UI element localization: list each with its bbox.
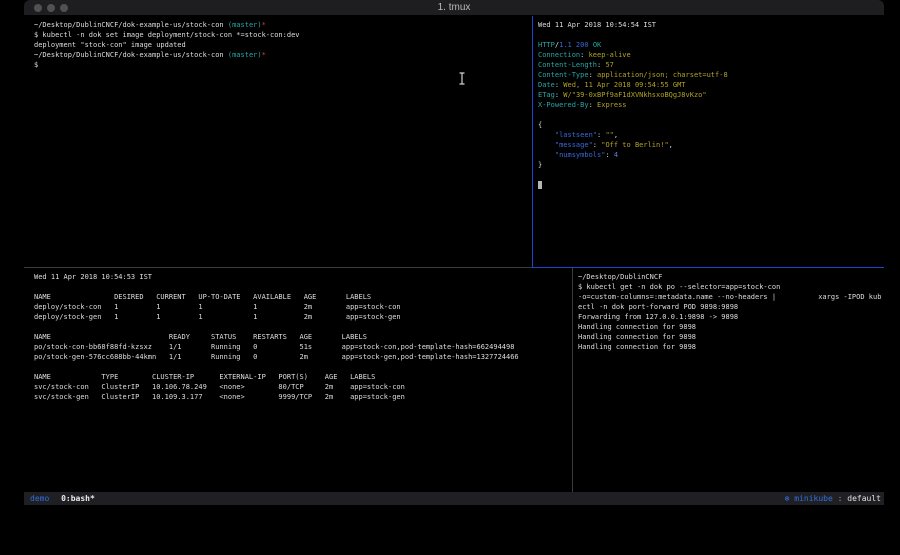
- terminal-line: deploy/stock-con 1 1 1 1 2m app=stock-co…: [34, 302, 572, 312]
- pane-divider-vertical-bottom[interactable]: [572, 268, 573, 492]
- pane-bottom-right-port-forward[interactable]: ~/Desktop/DublinCNCF$ kubectl get -n dok…: [573, 268, 884, 492]
- session-name: demo: [30, 494, 49, 503]
- terminal-line: {: [538, 120, 884, 130]
- window-title: 1. tmux: [24, 0, 884, 16]
- terminal-line: ectl -n dok port-forward POD 9898:9898: [578, 302, 884, 312]
- terminal-line: -o=custom-columns=:metadata.name --no-he…: [578, 292, 884, 302]
- desktop-background: 1. tmux ~/Desktop/DublinCNCF/dok-example…: [0, 0, 900, 555]
- status-left: demo 0:bash*: [30, 492, 95, 505]
- terminal-line: [34, 322, 572, 332]
- tmux-panes-container: ~/Desktop/DublinCNCF/dok-example-us/stoc…: [24, 16, 884, 492]
- terminal-line: ~/Desktop/DublinCNCF/dok-example-us/stoc…: [34, 50, 532, 60]
- terminal-line: [538, 110, 884, 120]
- terminal-line: NAME READY STATUS RESTARTS AGE LABELS: [34, 332, 572, 342]
- terminal-line: "message": "Off to Berlin!",: [538, 140, 884, 150]
- terminal-line: NAME TYPE CLUSTER-IP EXTERNAL-IP PORT(S)…: [34, 372, 572, 382]
- pane-divider-horizontal-left[interactable]: [24, 267, 532, 268]
- window-titlebar[interactable]: 1. tmux: [24, 0, 884, 16]
- pane-bottom-left-kubectl-watch[interactable]: Wed 11 Apr 2018 10:54:53 IST NAME DESIRED…: [24, 268, 572, 492]
- tmux-status-bar: demo 0:bash* ⊛ minikube : default: [24, 492, 884, 505]
- terminal-line: ~/Desktop/DublinCNCF: [578, 272, 884, 282]
- terminal-line: po/stock-con-bb68f88fd-kzsxz 1/1 Running…: [34, 342, 572, 352]
- pane-top-right-http-response[interactable]: Wed 11 Apr 2018 10:54:54 IST HTTP/1.1 200…: [533, 16, 884, 267]
- pane-top-left-shell[interactable]: ~/Desktop/DublinCNCF/dok-example-us/stoc…: [24, 16, 532, 267]
- terminal-line: ~/Desktop/DublinCNCF/dok-example-us/stoc…: [34, 20, 532, 30]
- terminal-line: $ kubectl -n dok set image deployment/st…: [34, 30, 532, 40]
- kube-context: minikube: [794, 494, 833, 503]
- terminal-line: Handling connection for 9898: [578, 322, 884, 332]
- terminal-line: HTTP/1.1 200 OK: [538, 40, 884, 50]
- kubernetes-icon: ⊛: [785, 494, 790, 503]
- pane-divider-horizontal-right[interactable]: [532, 267, 884, 268]
- mouse-ibeam-cursor: [458, 72, 466, 85]
- terminal-line: Handling connection for 9898: [578, 342, 884, 352]
- terminal-line: deployment "stock-con" image updated: [34, 40, 532, 50]
- terminal-line: Content-Type: application/json; charset=…: [538, 70, 884, 80]
- terminal-line: ETag: W/"39-0xBPf9aF1dXVNkhsxoBQgJ8vKzo": [538, 90, 884, 100]
- terminal-line: Connection: keep-alive: [538, 50, 884, 60]
- terminal-line: [34, 362, 572, 372]
- terminal-line: [34, 282, 572, 292]
- terminal-line: $ kubectl get -n dok po --selector=app=s…: [578, 282, 884, 292]
- pane-divider-vertical-top[interactable]: [532, 16, 533, 267]
- terminal-line: Date: Wed, 11 Apr 2018 09:54:55 GMT: [538, 80, 884, 90]
- terminal-line: [538, 30, 884, 40]
- terminal-line: X-Powered-By: Express: [538, 100, 884, 110]
- terminal-line: Forwarding from 127.0.0.1:9898 -> 9898: [578, 312, 884, 322]
- terminal-line: "numsymbols": 4: [538, 150, 884, 160]
- terminal-line: NAME DESIRED CURRENT UP-TO-DATE AVAILABL…: [34, 292, 572, 302]
- context-namespace-separator: :: [838, 494, 843, 503]
- terminal-line: $: [34, 60, 532, 70]
- terminal-line: }: [538, 160, 884, 170]
- terminal-line: [538, 180, 884, 190]
- terminal-line: Wed 11 Apr 2018 10:54:53 IST: [34, 272, 572, 282]
- terminal-line: [538, 170, 884, 180]
- terminal-line: Wed 11 Apr 2018 10:54:54 IST: [538, 20, 884, 30]
- terminal-line: "lastseen": "",: [538, 130, 884, 140]
- status-right: ⊛ minikube : default: [785, 492, 881, 505]
- terminal-line: svc/stock-con ClusterIP 10.106.78.249 <n…: [34, 382, 572, 392]
- kube-namespace: default: [847, 494, 881, 503]
- terminal-line: deploy/stock-gen 1 1 1 1 2m app=stock-ge…: [34, 312, 572, 322]
- window-tab-bash[interactable]: 0:bash*: [61, 494, 95, 503]
- terminal-line: Handling connection for 9898: [578, 332, 884, 342]
- terminal-line: Content-Length: 57: [538, 60, 884, 70]
- terminal-line: po/stock-gen-576cc688bb-44kmn 1/1 Runnin…: [34, 352, 572, 362]
- terminal-line: svc/stock-gen ClusterIP 10.109.3.177 <no…: [34, 392, 572, 402]
- terminal-window[interactable]: 1. tmux ~/Desktop/DublinCNCF/dok-example…: [24, 0, 884, 505]
